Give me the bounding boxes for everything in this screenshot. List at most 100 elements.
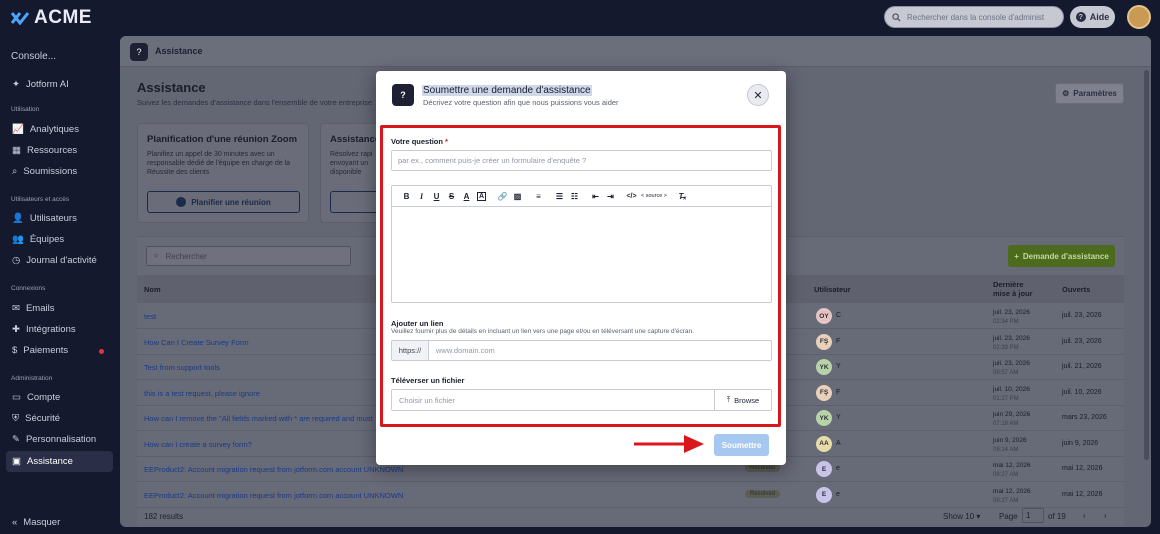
indent-icon[interactable]: ⇥ [603,189,618,203]
table-search-input[interactable]: ⌕ Rechercher [146,246,351,266]
table-row[interactable]: EEProduct2: Account migration request fr… [137,482,1124,508]
question-input[interactable]: par ex., comment puis-je créer un formul… [391,150,772,171]
sidebar-item-security[interactable]: ⛨ Sécurité [12,413,60,424]
opened-date: mai 12, 2026 [1062,490,1103,498]
sidebar-item-users[interactable]: 👤 Utilisateurs [12,213,77,224]
settings-button[interactable]: ⚙ Paramètres [1055,83,1124,104]
dollar-icon: $ [12,345,18,356]
col-name[interactable]: Nom [144,285,161,294]
align-icon[interactable]: ≡ [531,189,546,203]
schedule-meeting-button[interactable]: Planifier une réunion [147,191,300,213]
sidebar-item-label: Compte [26,392,61,403]
bullet-list-icon[interactable]: ☷ [567,189,582,203]
request-title[interactable]: How can I remove the "All fields marked … [144,414,373,423]
support-icon: ▣ [12,456,21,467]
updated-time: 01:27 PM [993,395,1019,402]
support-request-modal: ? Soumettre une demande d'assistance Déc… [376,71,786,465]
text-color-icon[interactable]: A [459,189,474,203]
underline-icon[interactable]: U [429,189,444,203]
sidebar-item-emails[interactable]: ✉ Emails [12,303,54,314]
page-size-select[interactable]: Show 10 ▾ [943,512,980,521]
code-icon[interactable]: </> [624,189,639,203]
submit-button[interactable]: Soumettre [714,434,769,456]
plus-icon: + [1014,251,1019,261]
request-title[interactable]: EEProduct2: Account migration request fr… [144,465,403,474]
top-bar: ACME Rechercher dans la console d'admini… [0,0,1160,34]
sidebar-item-assistance[interactable]: ▣ Assistance [12,456,73,467]
request-title[interactable]: EEProduct2: Account migration request fr… [144,491,403,500]
sidebar-item-personalization[interactable]: ✎ Personnalisation [12,434,96,445]
user-avatar: AA [816,435,832,452]
question-icon: ? [392,84,414,106]
request-title[interactable]: this is a test request, please ignore [144,389,260,398]
question-label-text: Votre question [391,137,443,146]
background-color-icon[interactable]: A [477,191,486,201]
strikethrough-icon[interactable]: S [444,189,459,203]
table-footer: 182 results Show 10 ▾ Page 1 of 19 ‹ › [137,506,1124,527]
sidebar-item-analytics[interactable]: 📈 Analytiques [12,124,79,135]
link-label: Ajouter un lien [391,319,444,328]
page-number-input[interactable]: 1 [1022,508,1044,523]
next-page-icon[interactable]: › [1104,511,1107,520]
browse-button[interactable]: ⤒ Browse [714,390,771,410]
new-request-button[interactable]: + Demande d'assistance [1008,245,1115,267]
ordered-list-icon[interactable]: ☰ [552,189,567,203]
request-title[interactable]: How Can I Create Survey Form [144,338,249,347]
prev-page-icon[interactable]: ‹ [1083,511,1086,520]
sidebar-item-label: Ressources [26,145,78,156]
sidebar-item-ai[interactable]: ✦ Jotform AI [12,79,69,90]
sidebar-item-activity[interactable]: ◷ Journal d'activité [12,255,97,266]
assistance-card: Assistance Résolvez rapi envoyant un dis… [320,123,380,223]
link-hint: Veuillez fournir plus de détails en incl… [391,328,694,335]
sidebar-item-submissions[interactable]: ⌕ Soumissions [12,166,77,177]
sidebar-item-integrations[interactable]: ✚ Intégrations [12,324,76,335]
user-avatar: FŞ [816,384,832,401]
shield-icon: ⛨ [12,413,20,424]
request-title[interactable]: test [144,312,156,321]
rich-text-editor[interactable]: B I U S A A 🔗 ▨ ≡ ☰ ☷ ⇤ ⇥ </> < source >… [391,185,772,303]
col-updated[interactable]: Dernière mise à jour [993,280,1033,298]
sidebar-item-resources[interactable]: ▦ Ressources [12,145,77,156]
console-search-input[interactable]: Rechercher dans la console d'administ [884,6,1064,28]
clear-format-icon[interactable]: T̶ₓ [675,189,690,203]
image-icon[interactable]: ▨ [510,189,525,203]
user-icon: 👤 [12,213,24,224]
sidebar-item-payments[interactable]: $ Paiements [12,345,68,356]
button-label: Planifier une réunion [191,197,271,207]
sidebar-collapse[interactable]: « Masquer [12,517,60,528]
outdent-icon[interactable]: ⇤ [588,189,603,203]
assistance-card-button[interactable] [330,191,379,213]
italic-icon[interactable]: I [414,189,429,203]
modal-title: Soumettre une demande d'assistance [422,85,592,96]
user-name: Y [836,414,841,421]
request-title[interactable]: Test from support tools [144,363,220,372]
sidebar-item-account[interactable]: ▭ Compte [12,392,60,403]
updated-date: juil. 23, 2026 09:57 AM [993,359,1030,378]
updated-date: mai 12, 2026 09:27 AM [993,461,1031,480]
col-opened[interactable]: Ouverts [1062,285,1090,294]
link-icon[interactable]: 🔗 [495,189,510,203]
user-name: F [836,337,841,345]
page-scrollbar[interactable] [1144,70,1149,460]
brand-logo[interactable]: ACME [10,7,92,29]
sidebar-item-teams[interactable]: 👥 Équipes [12,234,64,245]
source-button[interactable]: < source > [639,189,669,203]
request-title[interactable]: How can I create a survey form? [144,440,252,449]
sidebar-console[interactable]: Console... [11,51,56,62]
close-icon[interactable]: ✕ [747,84,769,106]
status-badge: Resolved [745,489,781,498]
gear-icon: ⚙ [1062,89,1070,98]
clock-icon: ◷ [12,255,21,266]
page-label: Page [999,512,1018,521]
search-icon [892,12,901,22]
col-user[interactable]: Utilisateur [814,285,851,294]
user-name: e [836,490,840,498]
search-icon: ⌕ [154,251,159,260]
help-button[interactable]: ? Aide [1070,6,1115,28]
double-chevron-left-icon: « [12,517,18,528]
link-input[interactable]: https:// www.domain.com [391,340,772,361]
file-upload-input[interactable]: Choisir un fichier ⤒ Browse [391,389,772,411]
user-avatar[interactable] [1127,5,1151,29]
opened-date: mars 23, 2026 [1062,414,1107,421]
bold-icon[interactable]: B [399,189,414,203]
